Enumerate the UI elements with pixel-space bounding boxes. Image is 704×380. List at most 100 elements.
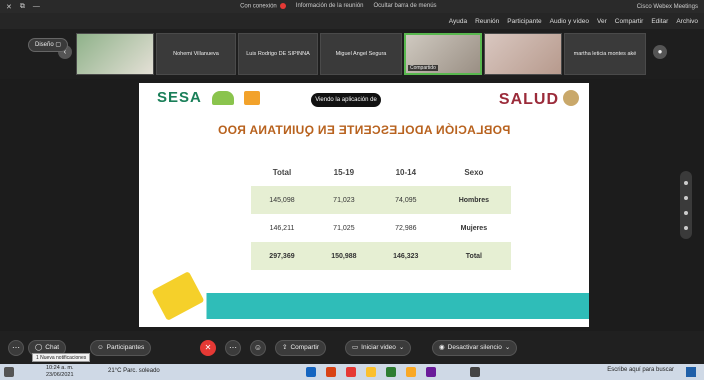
menu-audio-video[interactable]: Audio y vídeo <box>550 18 589 25</box>
participant-video-tile[interactable] <box>484 33 562 75</box>
cell-15-19: 71,025 <box>333 224 355 232</box>
cell-10-14: 146,323 <box>374 242 437 270</box>
record-dot-icon <box>279 3 286 10</box>
menu-archivo[interactable]: Archivo <box>676 18 698 25</box>
file-explorer-icon[interactable] <box>406 367 416 377</box>
header-15-19: 15-19 <box>333 167 355 177</box>
more-icon[interactable]: ⋯ <box>225 340 241 356</box>
clock-time: 10:24 a. m. <box>46 365 74 371</box>
population-table: Total 15-19 10-14 Sexo 145,098 71,023 74… <box>251 158 511 270</box>
video-icon: ▭ <box>352 344 359 351</box>
participant-tile[interactable]: martha leticia montes aké <box>564 33 646 75</box>
menu-reunion[interactable]: Reunión <box>475 18 499 25</box>
start-icon[interactable] <box>686 367 696 377</box>
participant-name: Miguel Angel Segura <box>335 51 387 57</box>
emblem-icon <box>563 90 579 106</box>
participant-name: martha leticia montes aké <box>573 51 637 57</box>
app2-icon[interactable] <box>426 367 436 377</box>
share-icon: ⇪ <box>282 344 288 351</box>
video-label: Compartido <box>408 65 438 71</box>
shared-content-area: SESA Viendo la aplicación de vaio... SAL… <box>0 79 704 331</box>
table-row: 146,211 71,025 72,986 Mujeres <box>251 214 511 242</box>
chrome-icon[interactable] <box>366 367 376 377</box>
end-call-button[interactable]: ✕ <box>200 340 216 356</box>
cell-10-14: 72,986 <box>395 224 417 232</box>
participant-name: Luis Rodrigo DE SIPINNA <box>246 51 310 57</box>
sharing-notice[interactable]: Viendo la aplicación de vaio... <box>311 93 381 117</box>
menu-compartir[interactable]: Compartir <box>615 18 644 25</box>
taskbar-clock[interactable]: 10:24 a. m. 23/06/2021 <box>46 365 74 379</box>
menu-ver[interactable]: Ver <box>597 18 607 25</box>
annotation-toolbar[interactable] <box>680 171 692 239</box>
powerpoint-icon[interactable] <box>326 367 336 377</box>
app-icon[interactable] <box>346 367 356 377</box>
word-icon[interactable] <box>306 367 316 377</box>
table-header-row: Total 15-19 10-14 Sexo <box>251 158 511 186</box>
meeting-controls: ◯ Chat ⋯ ☺ Participantes ✕ ⋯ ☺ ⇪ Compartir … <box>0 331 704 364</box>
start-video-button[interactable]: ▭ Iniciar video ⌄ <box>345 340 412 356</box>
sesa-logo: SESA <box>157 89 202 106</box>
menu-bar: Ayuda Reunión Participante Audio y vídeo… <box>0 13 704 29</box>
window-controls: ✕ ⧉ — <box>6 3 40 11</box>
reactions-icon[interactable]: ☺ <box>250 340 266 356</box>
header-sexo: Sexo <box>464 167 484 177</box>
connection-status: Con conexión <box>240 3 286 10</box>
unmute-button[interactable]: ◉ Desactivar silencio ⌄ <box>432 340 518 356</box>
slide-title: POBLACIÓN ADOLESCENTE EN QUINTANA ROO <box>217 123 511 137</box>
participant-tile[interactable]: Luis Rodrigo DE SIPINNA <box>238 33 318 75</box>
cell-label: Mujeres <box>460 224 488 232</box>
cell-15-19: 71,023 <box>312 186 375 214</box>
settings-icon[interactable] <box>684 225 688 230</box>
restore-icon[interactable]: ⧉ <box>20 3 25 11</box>
app-title: Cisco Webex Meetings <box>636 3 698 10</box>
info-link[interactable]: Información de la reunión <box>296 3 364 9</box>
cell-total: 297,369 <box>251 242 313 270</box>
minimize-icon[interactable]: — <box>33 3 40 11</box>
hide-menu-link[interactable]: Ocultar barra de menús <box>374 3 437 9</box>
participant-name: Nohemi Villanueva <box>173 51 219 57</box>
left-logos: SESA <box>157 89 260 106</box>
participant-video-tile[interactable] <box>76 33 154 75</box>
presentation-slide: SESA Viendo la aplicación de vaio... SAL… <box>139 83 589 327</box>
menu-editar[interactable]: Editar <box>651 18 668 25</box>
state-logo-icon <box>243 90 260 105</box>
zoom-icon[interactable] <box>684 210 688 215</box>
menu-ayuda[interactable]: Ayuda <box>449 18 467 25</box>
participant-tile[interactable]: Nohemi Villanueva <box>156 33 236 75</box>
participant-tile[interactable]: Miguel Angel Segura <box>320 33 402 75</box>
cell-15-19: 150,988 <box>312 242 375 270</box>
table-row: 145,098 71,023 74,095 Hombres <box>251 186 511 214</box>
webex-icon[interactable] <box>386 367 396 377</box>
header-10-14: 10-14 <box>395 167 417 177</box>
cell-label: Hombres <box>436 186 511 214</box>
clock-date: 23/06/2021 <box>46 372 74 378</box>
notification-center-icon[interactable] <box>4 367 14 377</box>
task-view-icon[interactable] <box>470 367 480 377</box>
cell-10-14: 74,095 <box>374 186 437 214</box>
cell-label: Total <box>436 242 511 270</box>
cell-total: 145,098 <box>251 186 313 214</box>
header-total: Total <box>272 167 292 177</box>
teal-band <box>139 293 589 319</box>
participants-button[interactable]: ☺ Participantes <box>90 340 152 356</box>
more-options-icon[interactable]: ⋯ <box>8 340 24 356</box>
window-titlebar: ✕ ⧉ — Con conexión Información de la reu… <box>0 0 704 13</box>
cell-total: 146,211 <box>269 224 295 232</box>
avatar-more-icon[interactable]: ● <box>653 45 667 59</box>
pointer-icon[interactable] <box>684 195 688 200</box>
participant-strip: Nohemi Villanueva Luis Rodrigo DE SIPINN… <box>0 29 704 79</box>
table-row: 297,369 150,988 146,323 Total <box>251 242 511 270</box>
taskbar-search[interactable]: Escribe aquí para buscar <box>607 367 674 373</box>
windows-taskbar: 10:24 a. m. 23/06/2021 21°C Parc. solead… <box>0 364 704 380</box>
menu-participante[interactable]: Participante <box>507 18 541 25</box>
salud-logo: SALUD <box>498 91 559 108</box>
weather-widget[interactable]: 21°C Parc. soleado <box>108 368 160 374</box>
share-button[interactable]: ⇪ Compartir <box>275 340 326 356</box>
pen-icon[interactable] <box>684 180 688 185</box>
titlebar-center: Con conexión Información de la reunión O… <box>240 3 437 10</box>
close-icon[interactable]: ✕ <box>6 3 12 11</box>
active-speaker-video-tile[interactable]: Compartido <box>404 33 482 75</box>
layout-button[interactable]: Diseño ▢ <box>28 38 69 52</box>
notification-tooltip[interactable]: 1 Nueva notificaciones <box>32 353 91 362</box>
leaf-logo-icon <box>211 90 234 105</box>
